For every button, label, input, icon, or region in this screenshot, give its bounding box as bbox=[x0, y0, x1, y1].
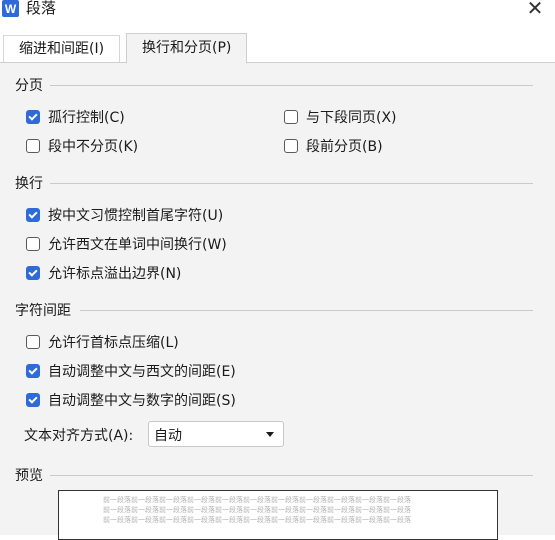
dropdown-arrow-icon bbox=[266, 432, 274, 437]
checkbox-unchecked[interactable] bbox=[284, 139, 298, 153]
tab-bar: 缩进和间距(I) 换行和分页(P) bbox=[0, 33, 555, 64]
text-align-value: 自动 bbox=[154, 428, 182, 444]
preview-box: 前一段落前一段落前一段落前一段落前一段落前一段落前一段落前一段落前一段落前一段落… bbox=[58, 490, 498, 540]
option-allow-hanging-punctuation[interactable]: 允许标点溢出边界(N) bbox=[26, 263, 181, 283]
section-title-line-break: 换行 bbox=[15, 176, 43, 192]
checkbox-checked[interactable] bbox=[26, 266, 40, 280]
checkbox-unchecked[interactable] bbox=[26, 139, 40, 153]
checkbox-unchecked[interactable] bbox=[26, 237, 40, 251]
option-compress-leading-punctuation[interactable]: 允许行首标点压缩(L) bbox=[26, 332, 179, 352]
checkbox-checked[interactable] bbox=[26, 208, 40, 222]
option-label: 自动调整中文与西文的间距(E) bbox=[48, 364, 236, 380]
section-divider bbox=[80, 310, 533, 311]
tab-indent-spacing[interactable]: 缩进和间距(I) bbox=[3, 35, 121, 63]
tab-line-page-breaks[interactable]: 换行和分页(P) bbox=[126, 33, 248, 64]
option-keep-with-next[interactable]: 与下段同页(X) bbox=[284, 107, 397, 127]
checkbox-checked[interactable] bbox=[26, 364, 40, 378]
checkbox-unchecked[interactable] bbox=[284, 110, 298, 124]
wps-writer-icon: W bbox=[2, 0, 19, 17]
option-keep-lines-together[interactable]: 段中不分页(K) bbox=[26, 136, 138, 156]
option-auto-space-chinese-numbers[interactable]: 自动调整中文与数字的间距(S) bbox=[26, 390, 236, 410]
text-align-label: 文本对齐方式(A): bbox=[24, 428, 134, 444]
option-label: 段中不分页(K) bbox=[48, 139, 139, 155]
section-title-pagination: 分页 bbox=[15, 78, 43, 94]
checkbox-unchecked[interactable] bbox=[26, 335, 40, 349]
tab-panel bbox=[0, 63, 555, 535]
option-label: 允许行首标点压缩(L) bbox=[48, 335, 179, 351]
title-bar: W 段落 ✕ bbox=[0, 0, 555, 20]
option-label: 允许西文在单词中间换行(W) bbox=[48, 237, 227, 253]
checkbox-checked[interactable] bbox=[26, 110, 40, 124]
option-label: 段前分页(B) bbox=[306, 139, 383, 155]
option-chinese-line-break-rules[interactable]: 按中文习惯控制首尾字符(U) bbox=[26, 205, 223, 225]
option-label: 与下段同页(X) bbox=[306, 110, 397, 126]
close-button[interactable]: ✕ bbox=[523, 0, 547, 19]
section-divider bbox=[50, 85, 533, 86]
option-label: 按中文习惯控制首尾字符(U) bbox=[48, 208, 224, 224]
preview-text-line: 前一段落前一段落前一段落前一段落前一段落前一段落前一段落前一段落前一段落前一段落… bbox=[103, 506, 411, 514]
section-title-preview: 预览 bbox=[15, 468, 43, 484]
option-label: 孤行控制(C) bbox=[48, 110, 125, 126]
text-align-select[interactable]: 自动 bbox=[148, 421, 284, 447]
tab-divider bbox=[0, 62, 555, 63]
section-title-char-spacing: 字符间距 bbox=[15, 303, 71, 319]
option-page-break-before[interactable]: 段前分页(B) bbox=[284, 136, 383, 156]
option-allow-latin-word-wrap[interactable]: 允许西文在单词中间换行(W) bbox=[26, 234, 227, 254]
option-label: 允许标点溢出边界(N) bbox=[48, 266, 182, 282]
section-divider bbox=[50, 183, 533, 184]
preview-text-line: 前一段落前一段落前一段落前一段落前一段落前一段落前一段落前一段落前一段落前一段落… bbox=[103, 496, 411, 504]
preview-text-line: 前一段落前一段落前一段落前一段落前一段落前一段落前一段落前一段落前一段落前一段落… bbox=[103, 516, 411, 524]
option-widow-control[interactable]: 孤行控制(C) bbox=[26, 107, 125, 127]
section-divider bbox=[50, 475, 533, 476]
checkbox-checked[interactable] bbox=[26, 393, 40, 407]
dialog-title: 段落 bbox=[26, 0, 57, 17]
option-label: 自动调整中文与数字的间距(S) bbox=[48, 393, 236, 409]
option-auto-space-chinese-latin[interactable]: 自动调整中文与西文的间距(E) bbox=[26, 361, 236, 381]
